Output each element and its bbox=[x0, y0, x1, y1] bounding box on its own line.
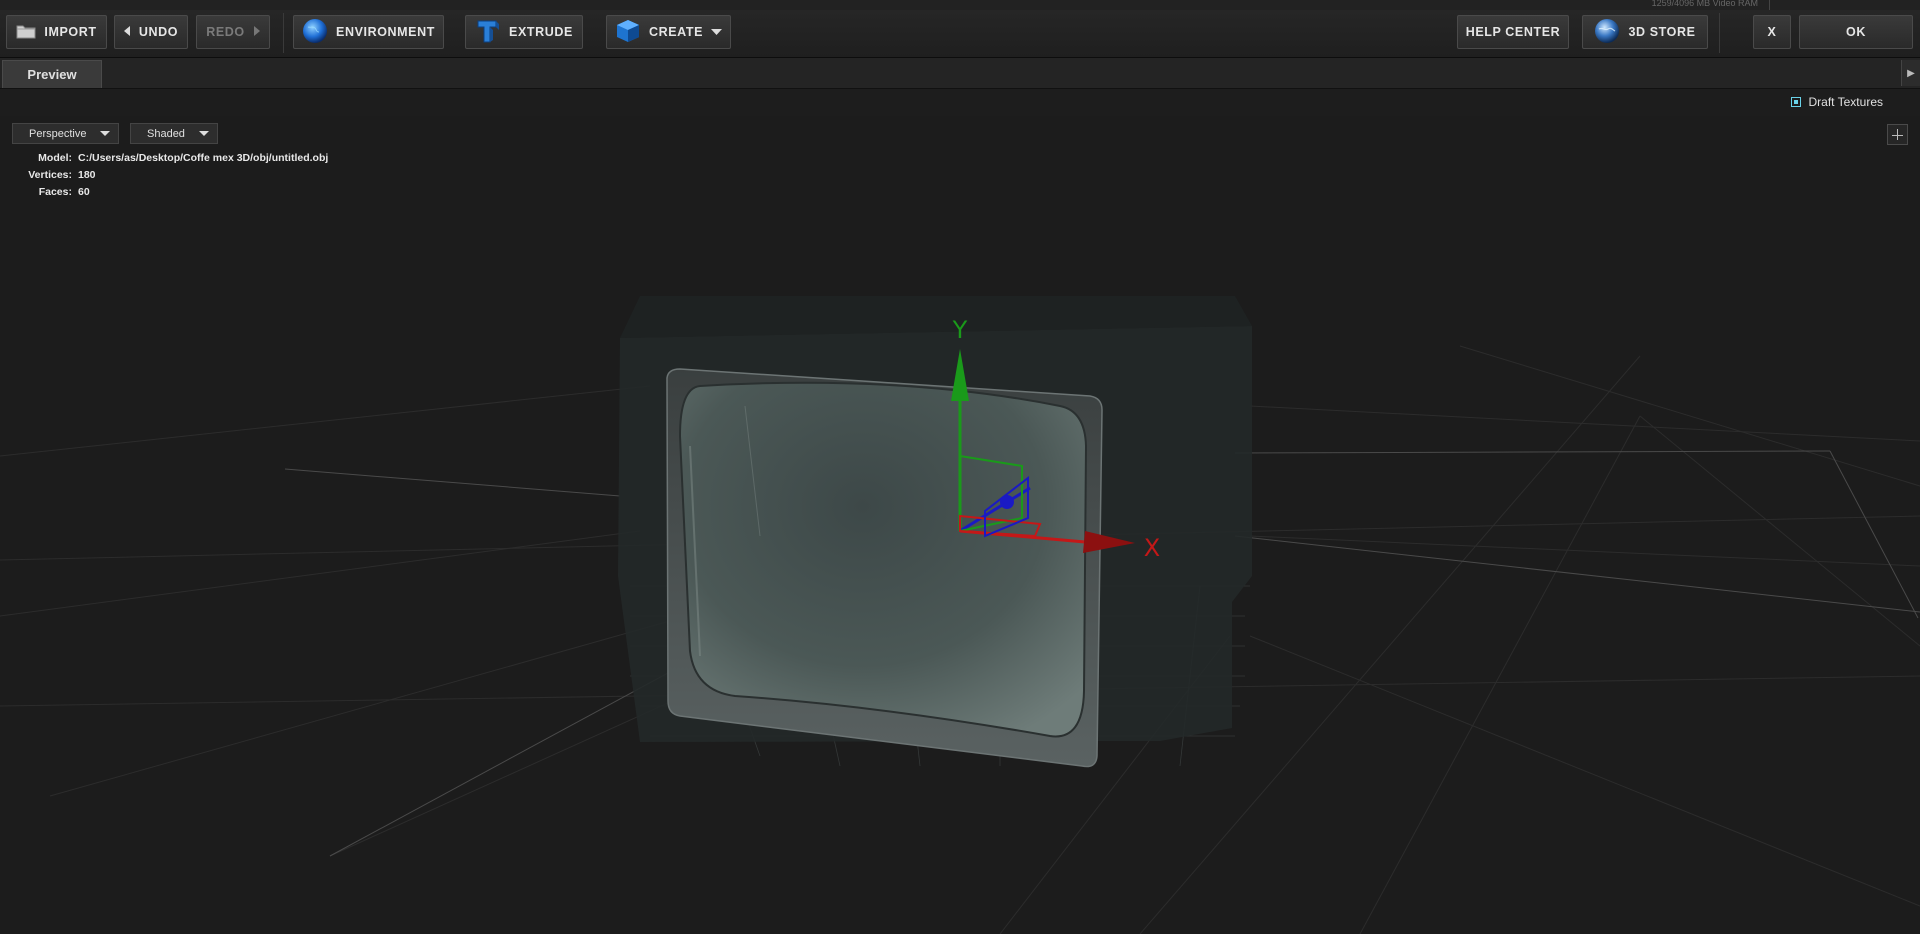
panel-expand-arrow[interactable]: ▶ bbox=[1901, 60, 1920, 86]
globe-icon bbox=[1594, 18, 1620, 47]
3d-viewport[interactable]: Y X Perspective Shaded Model: C:/Users/a… bbox=[0, 116, 1920, 934]
tab-bar: Preview ▶ bbox=[0, 58, 1920, 89]
axis-x-label: X bbox=[1144, 534, 1160, 562]
close-button[interactable]: X bbox=[1753, 15, 1791, 49]
model-info: Model: C:/Users/as/Desktop/Coffe mex 3D/… bbox=[20, 150, 328, 201]
redo-label: REDO bbox=[206, 25, 245, 39]
camera-mode-dropdown[interactable]: Perspective bbox=[12, 123, 119, 144]
extrude-label: EXTRUDE bbox=[509, 25, 573, 39]
help-center-button[interactable]: HELP CENTER bbox=[1457, 15, 1569, 49]
model-path-row: Model: C:/Users/as/Desktop/Coffe mex 3D/… bbox=[20, 150, 328, 167]
options-bar: Draft Textures bbox=[0, 89, 1920, 116]
undo-label: UNDO bbox=[138, 25, 179, 39]
shading-mode-value: Shaded bbox=[147, 127, 185, 140]
chevron-right-icon: ▶ bbox=[1907, 67, 1915, 79]
camera-mode-value: Perspective bbox=[29, 127, 87, 140]
folder-icon bbox=[16, 23, 36, 42]
undo-button[interactable]: UNDO bbox=[114, 15, 188, 49]
extrude-t-icon bbox=[475, 18, 501, 47]
model-path-value: C:/Users/as/Desktop/Coffe mex 3D/obj/unt… bbox=[78, 152, 329, 164]
vertices-row: Vertices: 180 bbox=[20, 167, 328, 184]
vertices-value: 180 bbox=[78, 169, 96, 181]
close-label: X bbox=[1767, 25, 1777, 39]
status-divider bbox=[1769, 0, 1770, 10]
import-button[interactable]: IMPORT bbox=[6, 15, 107, 49]
extrude-button[interactable]: EXTRUDE bbox=[465, 15, 583, 49]
ok-button[interactable]: OK bbox=[1799, 15, 1913, 49]
arrow-left-icon bbox=[123, 25, 131, 39]
gizmo-center bbox=[1000, 495, 1014, 509]
create-dropdown-button[interactable]: CREATE bbox=[606, 15, 731, 49]
toolbar-divider bbox=[283, 13, 284, 53]
toolbar-divider bbox=[1719, 13, 1720, 53]
draft-textures-checkbox[interactable] bbox=[1790, 97, 1801, 107]
arrow-right-icon bbox=[253, 25, 260, 39]
import-label: IMPORT bbox=[44, 25, 97, 39]
cube-icon bbox=[615, 18, 641, 47]
3d-store-button[interactable]: 3D STORE bbox=[1582, 15, 1708, 49]
chevron-down-icon bbox=[199, 131, 209, 136]
maximize-viewport-icon[interactable] bbox=[1887, 124, 1908, 145]
model-path-label: Model: bbox=[38, 152, 72, 164]
main-toolbar: IMPORT UNDO REDO ENVIRONMENT EXTRUDE CRE… bbox=[0, 10, 1920, 58]
3d-store-label: 3D STORE bbox=[1628, 25, 1696, 39]
globe-icon bbox=[302, 18, 328, 47]
draft-textures-toggle[interactable]: Draft Textures bbox=[1790, 95, 1883, 109]
environment-label: ENVIRONMENT bbox=[336, 25, 435, 39]
tab-preview-label: Preview bbox=[27, 67, 77, 82]
shading-mode-dropdown[interactable]: Shaded bbox=[130, 123, 218, 144]
faces-label: Faces: bbox=[38, 186, 72, 198]
axis-y-label: Y bbox=[952, 316, 968, 344]
faces-value: 60 bbox=[78, 186, 90, 198]
scene-canvas[interactable]: Y X bbox=[0, 116, 1920, 934]
chevron-down-icon bbox=[711, 25, 723, 39]
vertices-label: Vertices: bbox=[28, 169, 72, 181]
ok-label: OK bbox=[1846, 25, 1866, 39]
chevron-down-icon bbox=[100, 131, 110, 136]
video-ram-readout: 1259/4096 MB Video RAM bbox=[1651, 0, 1758, 8]
faces-row: Faces: 60 bbox=[20, 184, 328, 201]
help-center-label: HELP CENTER bbox=[1465, 25, 1561, 39]
tab-preview[interactable]: Preview bbox=[2, 60, 102, 88]
create-label: CREATE bbox=[648, 25, 704, 39]
tv-screen bbox=[678, 381, 1088, 738]
environment-button[interactable]: ENVIRONMENT bbox=[293, 15, 444, 49]
redo-button[interactable]: REDO bbox=[196, 15, 270, 49]
draft-textures-label: Draft Textures bbox=[1808, 95, 1883, 109]
